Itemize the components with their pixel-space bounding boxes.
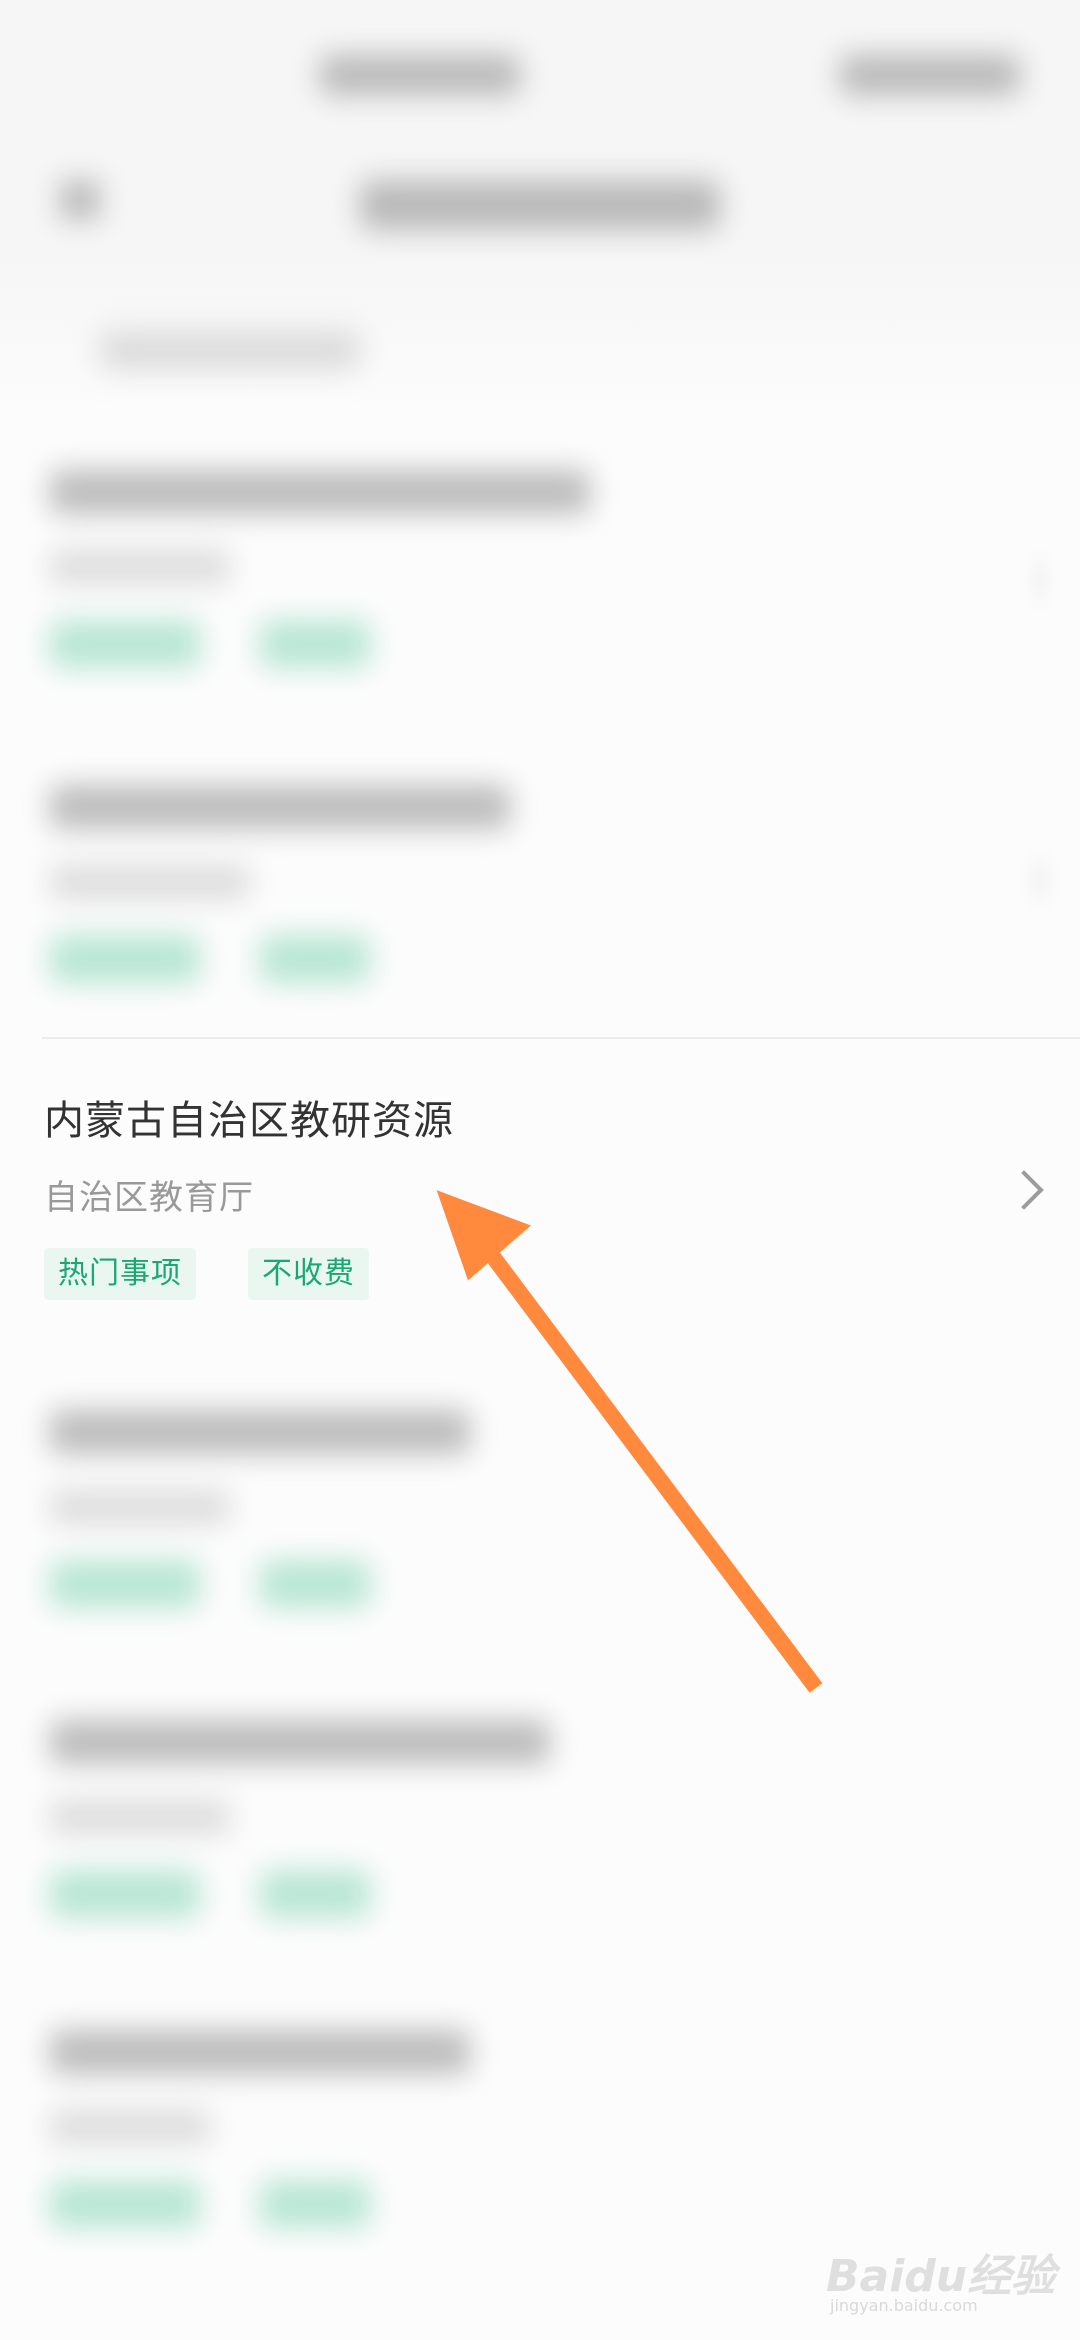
blurred-list-item xyxy=(0,745,1080,1005)
chevron-right-icon[interactable] xyxy=(1004,1170,1044,1210)
watermark-brand: Baidu经验 xyxy=(826,2251,1056,2302)
blurred-list-item xyxy=(0,430,1080,690)
blurred-list-item xyxy=(0,1370,1080,1630)
blurred-chevron-icon xyxy=(1010,560,1042,600)
baidu-watermark-logo: Baidu经验 jingyan.baidu.com xyxy=(826,2220,1055,2316)
item-title: 内蒙古自治区教研资源 xyxy=(44,1098,454,1144)
blurred-status-bar xyxy=(0,0,1080,420)
tag-hot: 热门事项 xyxy=(44,1248,196,1300)
tag-free: 不收费 xyxy=(248,1248,369,1300)
blurred-list-item xyxy=(0,1990,1080,2250)
blurred-chevron-icon xyxy=(1010,860,1042,900)
list-divider xyxy=(42,1037,1080,1039)
watermark-site: jingyan.baidu.com xyxy=(830,2296,978,2315)
blurred-list-item xyxy=(0,1680,1080,1940)
item-department: 自治区教育厅 xyxy=(44,1178,254,1218)
